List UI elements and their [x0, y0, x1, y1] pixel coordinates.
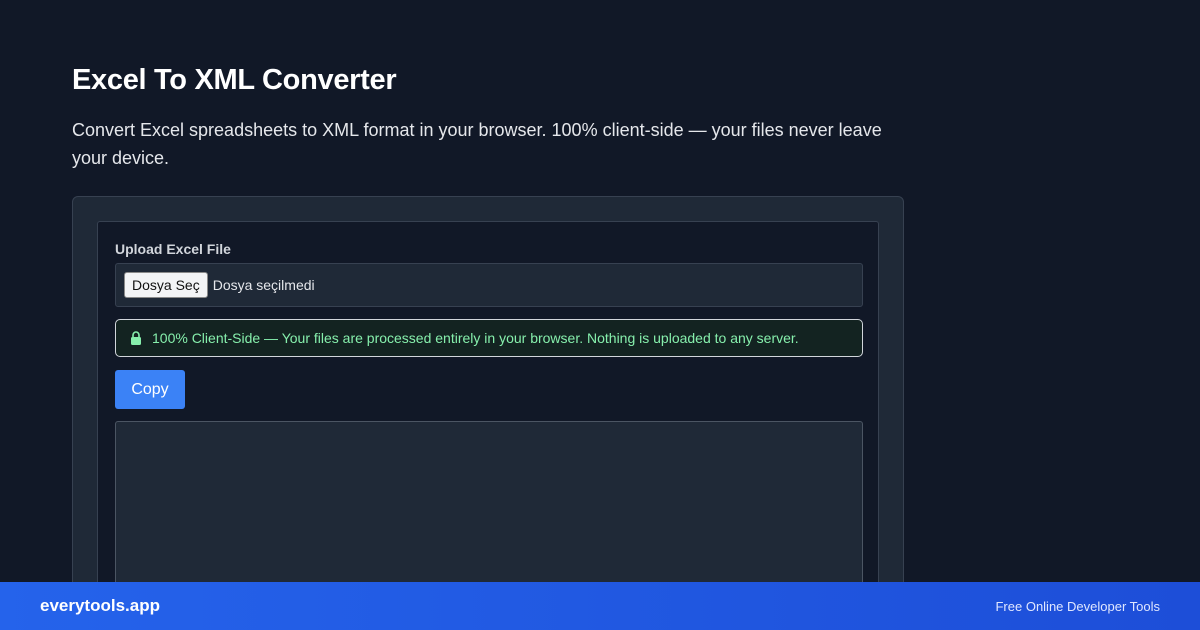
- upload-label: Upload Excel File: [115, 241, 231, 257]
- page-subtitle: Convert Excel spreadsheets to XML format…: [72, 120, 882, 168]
- footer-bar: everytools.app Free Online Developer Too…: [0, 582, 1200, 630]
- page: Excel To XML Converter Convert Excel spr…: [0, 0, 1200, 630]
- file-input[interactable]: Dosya Seç Dosya seçilmedi: [115, 263, 863, 307]
- converter-card: Upload Excel File Dosya Seç Dosya seçilm…: [72, 196, 904, 621]
- file-status: Dosya seçilmedi: [212, 277, 315, 293]
- page-title: Excel To XML Converter: [72, 64, 397, 96]
- converter-panel: Upload Excel File Dosya Seç Dosya seçilm…: [97, 221, 879, 621]
- footer-tagline: Free Online Developer Tools: [995, 598, 1160, 614]
- client-side-notice: 100% Client-Side — Your files are proces…: [115, 319, 863, 357]
- choose-file-button[interactable]: Dosya Seç: [124, 272, 208, 298]
- footer-brand[interactable]: everytools.app: [40, 596, 160, 616]
- copy-button[interactable]: Copy: [115, 370, 185, 409]
- lock-icon: [131, 331, 141, 345]
- notice-text: 100% Client-Side — Your files are proces…: [152, 330, 799, 346]
